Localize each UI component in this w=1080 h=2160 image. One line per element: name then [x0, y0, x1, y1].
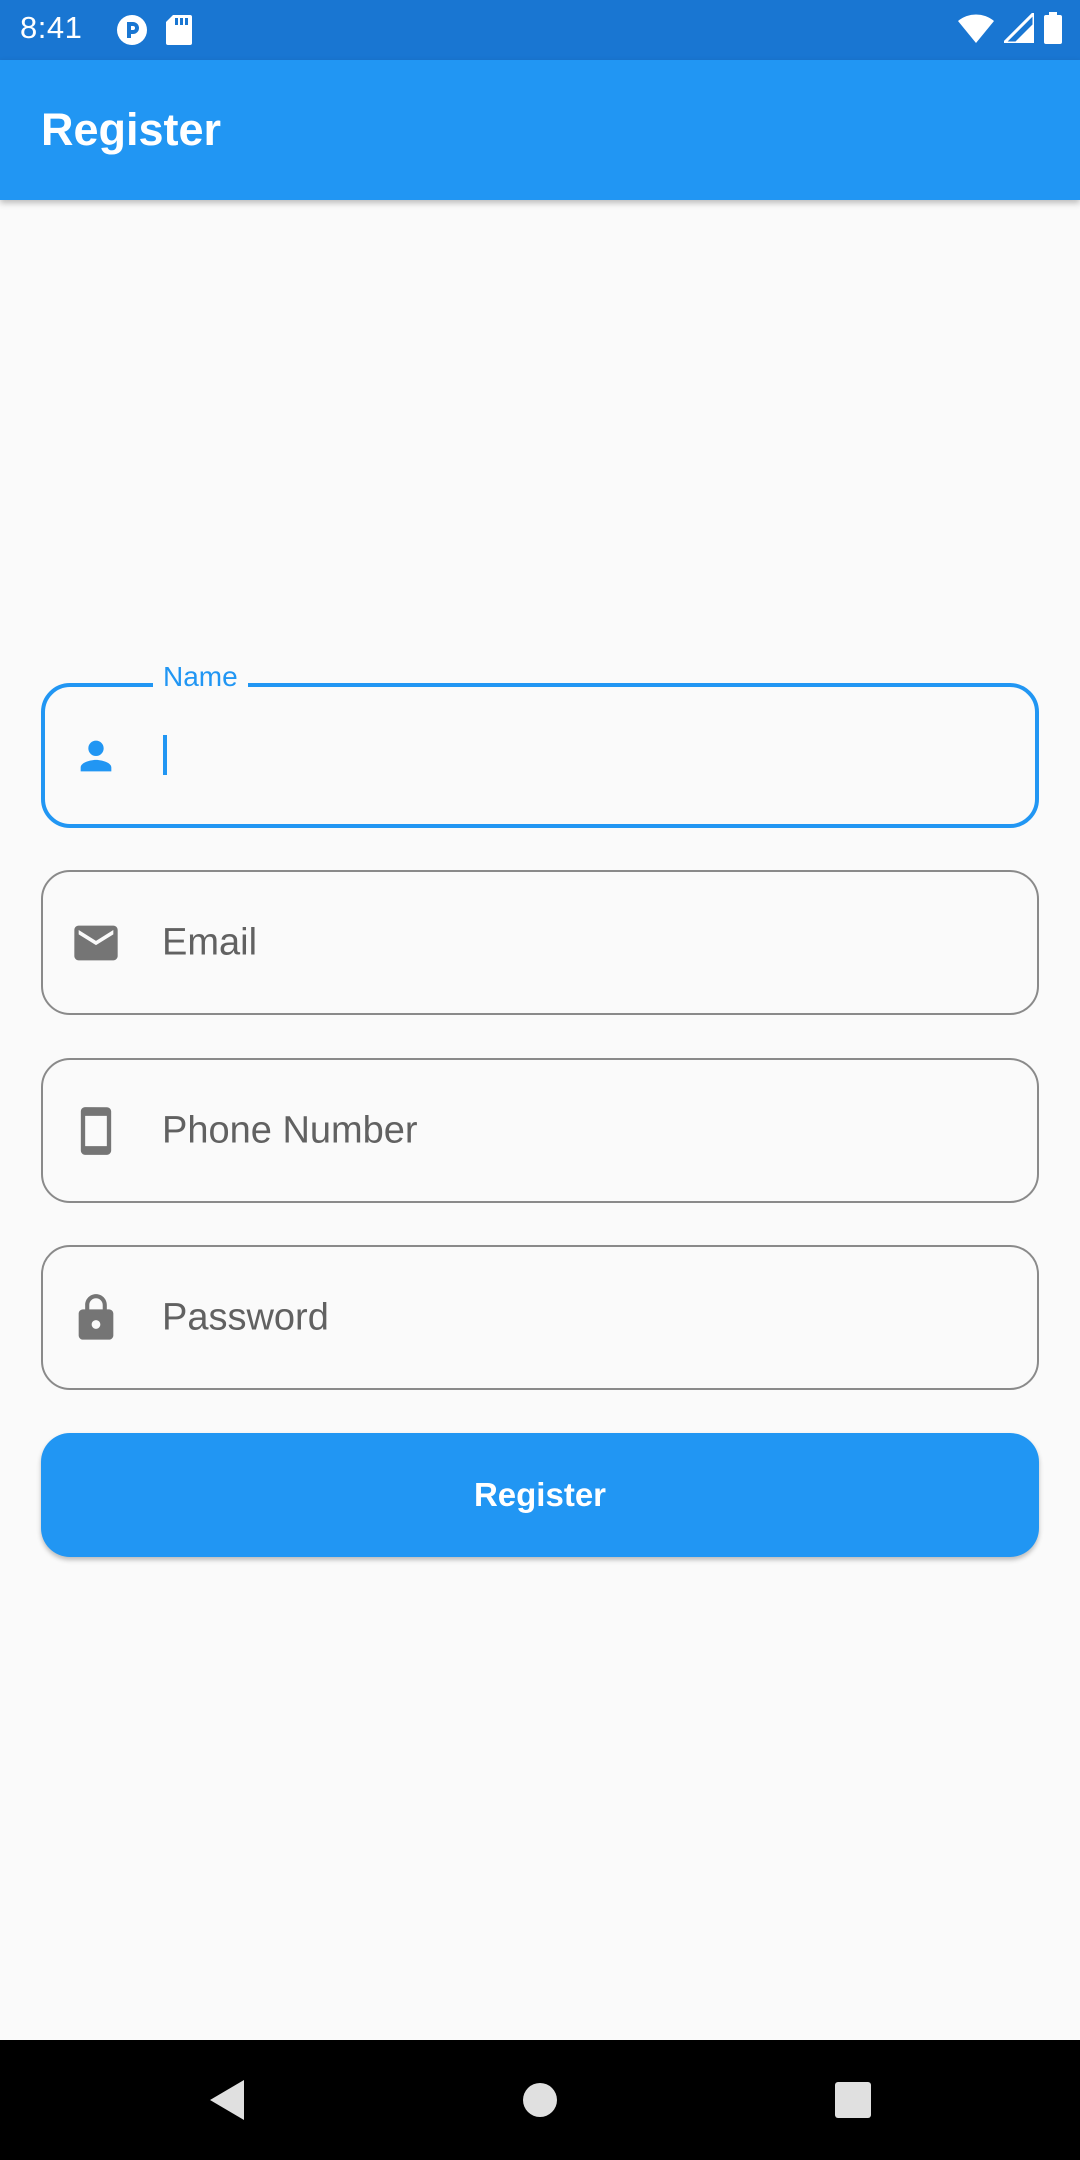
- wifi-icon: [958, 13, 994, 48]
- phone-number-placeholder: Phone Number: [162, 1109, 418, 1151]
- back-icon[interactable]: [206, 2078, 246, 2127]
- password-field[interactable]: Password: [41, 1245, 1039, 1390]
- status-time: 8:41: [20, 10, 83, 45]
- battery-icon: [1044, 12, 1062, 49]
- page-title: Register: [41, 104, 222, 155]
- mail-icon: [73, 920, 119, 966]
- lock-icon: [73, 1293, 119, 1341]
- pocket-casts-icon: [116, 14, 148, 51]
- recents-icon[interactable]: [833, 2078, 873, 2127]
- register-button[interactable]: Register: [41, 1433, 1039, 1557]
- password-placeholder: Password: [162, 1296, 329, 1338]
- phone-number-field[interactable]: Phone Number: [41, 1058, 1039, 1203]
- name-field-label: Name: [153, 661, 248, 693]
- text-cursor: [163, 735, 167, 775]
- app-bar: Register: [0, 60, 1080, 200]
- status-bar: 8:41: [0, 0, 1080, 60]
- name-field[interactable]: Name: [41, 661, 1039, 828]
- home-icon[interactable]: [520, 2078, 560, 2127]
- email-placeholder: Email: [162, 921, 258, 963]
- smartphone-icon: [73, 1106, 119, 1155]
- email-field[interactable]: Email: [41, 870, 1039, 1015]
- person-icon: [73, 733, 119, 779]
- cell-signal-icon: [1000, 9, 1036, 48]
- sd-card-icon: [166, 15, 192, 50]
- navigation-bar: [0, 2040, 1080, 2160]
